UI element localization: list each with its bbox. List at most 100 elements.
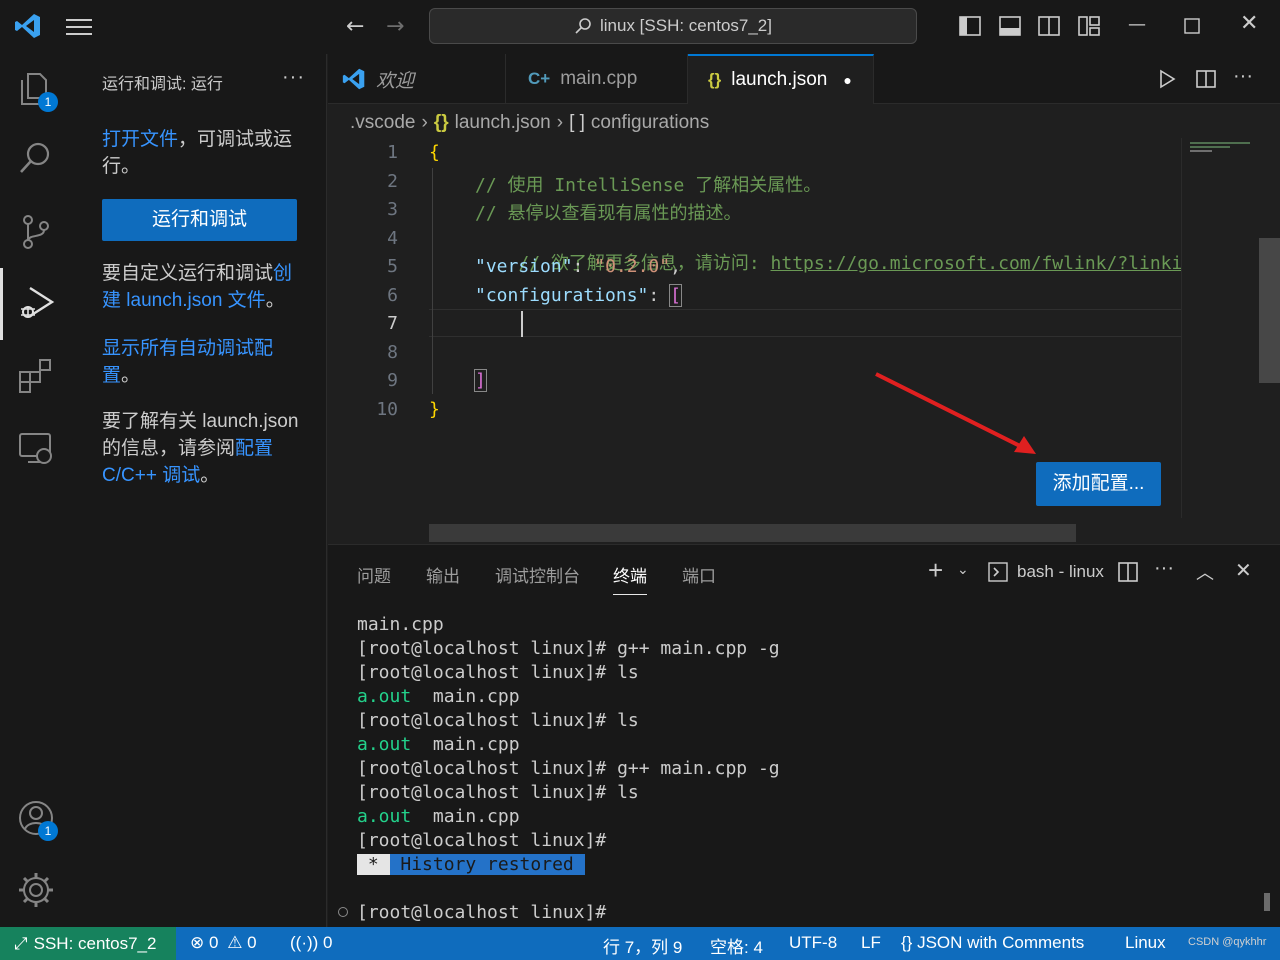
forward-arrow-icon[interactable]: → (386, 14, 404, 39)
explorer-badge: 1 (38, 92, 58, 112)
tab-label: 欢迎 (376, 70, 415, 92)
problems-status[interactable]: ⊗ 0 ⚠ 0 (190, 933, 257, 953)
toggle-primary-sidebar-icon[interactable] (958, 14, 982, 38)
remote-icon: ⤢ (14, 933, 28, 953)
sidebar-header: 运行和调试: 运行 (102, 76, 223, 93)
remote-explorer-icon[interactable] (16, 428, 56, 468)
more-actions-icon[interactable]: ··· (1233, 65, 1253, 88)
new-terminal-plus-icon[interactable]: + (928, 555, 943, 586)
code-line-5: "version": "0.2.0", (475, 256, 681, 277)
indentation-status[interactable]: 空格: 4 (710, 933, 763, 958)
command-decoration-icon[interactable] (338, 907, 348, 917)
toggle-panel-icon[interactable] (998, 14, 1022, 38)
active-indicator (0, 268, 3, 340)
chevron-right-icon: › (556, 112, 564, 133)
add-configuration-button[interactable]: 添加配置... (1036, 462, 1161, 506)
tab-terminal[interactable]: 终端 (613, 562, 647, 595)
close-panel-icon[interactable]: ✕ (1235, 558, 1252, 583)
command-center-search[interactable]: linux [SSH: centos7_2] (429, 8, 917, 44)
customize-layout-icon[interactable] (1077, 14, 1101, 38)
activity-bar: 1 1 (0, 54, 72, 927)
minimap[interactable] (1181, 138, 1261, 518)
language-mode[interactable]: {} JSON with Comments (901, 933, 1084, 953)
encoding-status[interactable]: UTF-8 (789, 933, 837, 953)
more-actions-icon[interactable]: ··· (282, 66, 305, 89)
current-line-highlight (429, 309, 1181, 337)
line-number: 9 (387, 370, 398, 391)
maximize-button[interactable] (1182, 16, 1202, 36)
ports-status[interactable]: ((·)) 0 (290, 933, 333, 953)
horizontal-scrollbar[interactable] (429, 524, 1076, 542)
broadcast-icon: ((·)) (290, 933, 319, 952)
terminal-line: a.out main.cpp (357, 686, 520, 707)
extensions-icon[interactable] (16, 356, 56, 396)
maximize-panel-icon[interactable]: ︿ (1196, 559, 1214, 585)
vertical-scrollbar[interactable] (1259, 238, 1280, 383)
breadcrumb-node[interactable]: configurations (591, 112, 709, 134)
tab-main-cpp[interactable]: C+ main.cpp (506, 54, 688, 104)
title-bar: ← → linux [SSH: centos7_2] — ✕ (0, 0, 1280, 54)
learn-more-text: 要了解有关 launch.json 的信息，请参阅配置 C/C++ 调试。 (102, 411, 299, 486)
close-window-button[interactable]: ✕ (1240, 11, 1258, 36)
line-number-current: 7 (387, 313, 398, 334)
split-terminal-icon[interactable] (1118, 562, 1138, 582)
vscode-logo-icon (15, 14, 40, 38)
line-number: 3 (387, 199, 398, 220)
tab-debug-console[interactable]: 调试控制台 (495, 562, 580, 587)
code-editor[interactable]: 1 2 3 4 5 6 7 8 9 10 { // 使用 IntelliSens… (328, 138, 1280, 543)
tab-launch-json[interactable]: {} launch.json ● (688, 54, 874, 104)
fwlink-url[interactable]: https://go.microsoft.com/fwlink/?linkid=… (771, 253, 1181, 274)
open-file-link[interactable]: 打开文件 (102, 129, 178, 150)
menu-icon[interactable] (66, 14, 96, 40)
tab-label: launch.json (731, 69, 828, 90)
line-number: 4 (387, 228, 398, 249)
minimize-button[interactable]: — (1128, 14, 1146, 35)
braces-icon: {} (901, 933, 913, 952)
code-line-6: "configurations": [ (475, 284, 682, 307)
unsaved-dot-icon[interactable]: ● (843, 72, 851, 88)
code-line-3: // 悬停以查看现有属性的描述。 (475, 203, 742, 224)
eol-status[interactable]: LF (861, 933, 881, 953)
cursor-position[interactable]: 行 7，列 9 (603, 933, 682, 958)
tab-output[interactable]: 输出 (426, 562, 460, 587)
code-line-9: ] (474, 369, 487, 392)
back-arrow-icon[interactable]: ← (346, 14, 364, 39)
line-number: 6 (387, 285, 398, 306)
remote-indicator[interactable]: ⤢ SSH: centos7_2 (0, 927, 176, 960)
editor-tabs: 欢迎 C+ main.cpp {} launch.json ● ··· (328, 54, 1280, 104)
terminal-line: [root@localhost linux]# g++ main.cpp -g (357, 638, 780, 659)
source-control-icon[interactable] (16, 212, 56, 252)
tab-label: main.cpp (560, 68, 638, 89)
run-and-debug-button[interactable]: 运行和调试 (102, 199, 297, 241)
chevron-down-icon[interactable]: ⌄ (957, 561, 969, 578)
line-number: 8 (387, 342, 398, 363)
run-icon[interactable] (1157, 69, 1177, 89)
gear-icon[interactable] (16, 870, 56, 910)
split-editor-icon[interactable] (1196, 69, 1216, 89)
terminal-scrollbar[interactable] (1264, 893, 1270, 911)
terminal-name[interactable]: bash - linux (1017, 562, 1104, 582)
text-cursor (521, 311, 523, 337)
search-icon[interactable] (16, 138, 56, 178)
status-bar: ⤢ SSH: centos7_2 ⊗ 0 ⚠ 0 ((·)) 0 行 7，列 9… (0, 927, 1280, 960)
run-and-debug-icon[interactable] (16, 282, 56, 322)
terminal-line: main.cpp (357, 614, 444, 635)
breadcrumb-file[interactable]: launch.json (455, 112, 551, 134)
terminal-prompt[interactable]: [root@localhost linux]# (357, 901, 606, 925)
line-number: 2 (387, 171, 398, 192)
warning-icon: ⚠ (227, 933, 243, 952)
breadcrumb-folder[interactable]: .vscode (350, 112, 415, 134)
more-actions-icon[interactable]: ··· (1154, 557, 1174, 580)
show-all-text: 显示所有自动调试配置。 (102, 338, 274, 386)
toggle-secondary-sidebar-icon[interactable] (1037, 14, 1061, 38)
tab-ports[interactable]: 端口 (682, 562, 716, 587)
customize-text: 要自定义运行和调试创建 launch.json 文件。 (102, 263, 293, 311)
os-status[interactable]: Linux (1125, 933, 1166, 953)
tab-problems[interactable]: 问题 (357, 562, 391, 587)
tab-welcome[interactable]: 欢迎 (328, 54, 506, 104)
terminal-icon (988, 562, 1008, 582)
terminal-line: [root@localhost linux]# g++ main.cpp -g (357, 758, 780, 779)
terminal-line: [root@localhost linux]# ls (357, 662, 639, 683)
watermark: CSDN @qykhhr (1188, 936, 1267, 948)
red-arrow-annotation (875, 372, 1036, 454)
